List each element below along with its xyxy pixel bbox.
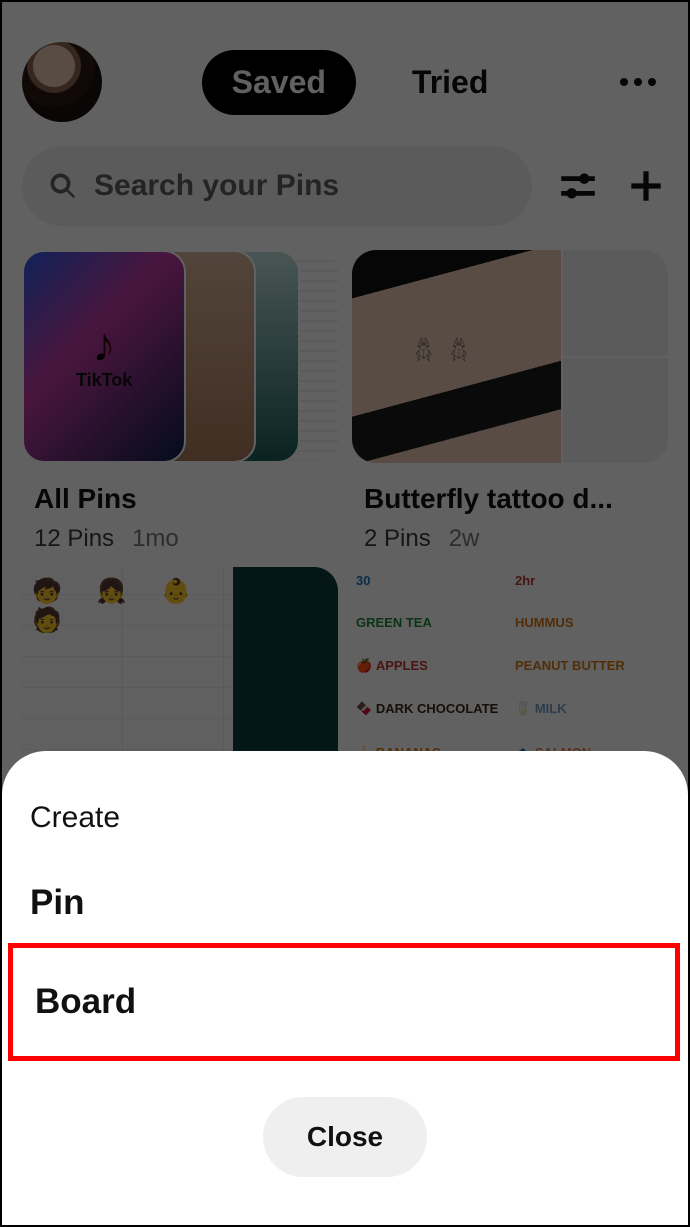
sheet-title: Create — [30, 801, 660, 835]
create-sheet: Create Pin Board Close — [2, 751, 688, 1225]
create-pin-option[interactable]: Pin — [30, 863, 660, 943]
create-board-option[interactable]: Board — [13, 962, 675, 1042]
close-button[interactable]: Close — [263, 1097, 427, 1177]
highlighted-option: Board — [8, 943, 680, 1061]
